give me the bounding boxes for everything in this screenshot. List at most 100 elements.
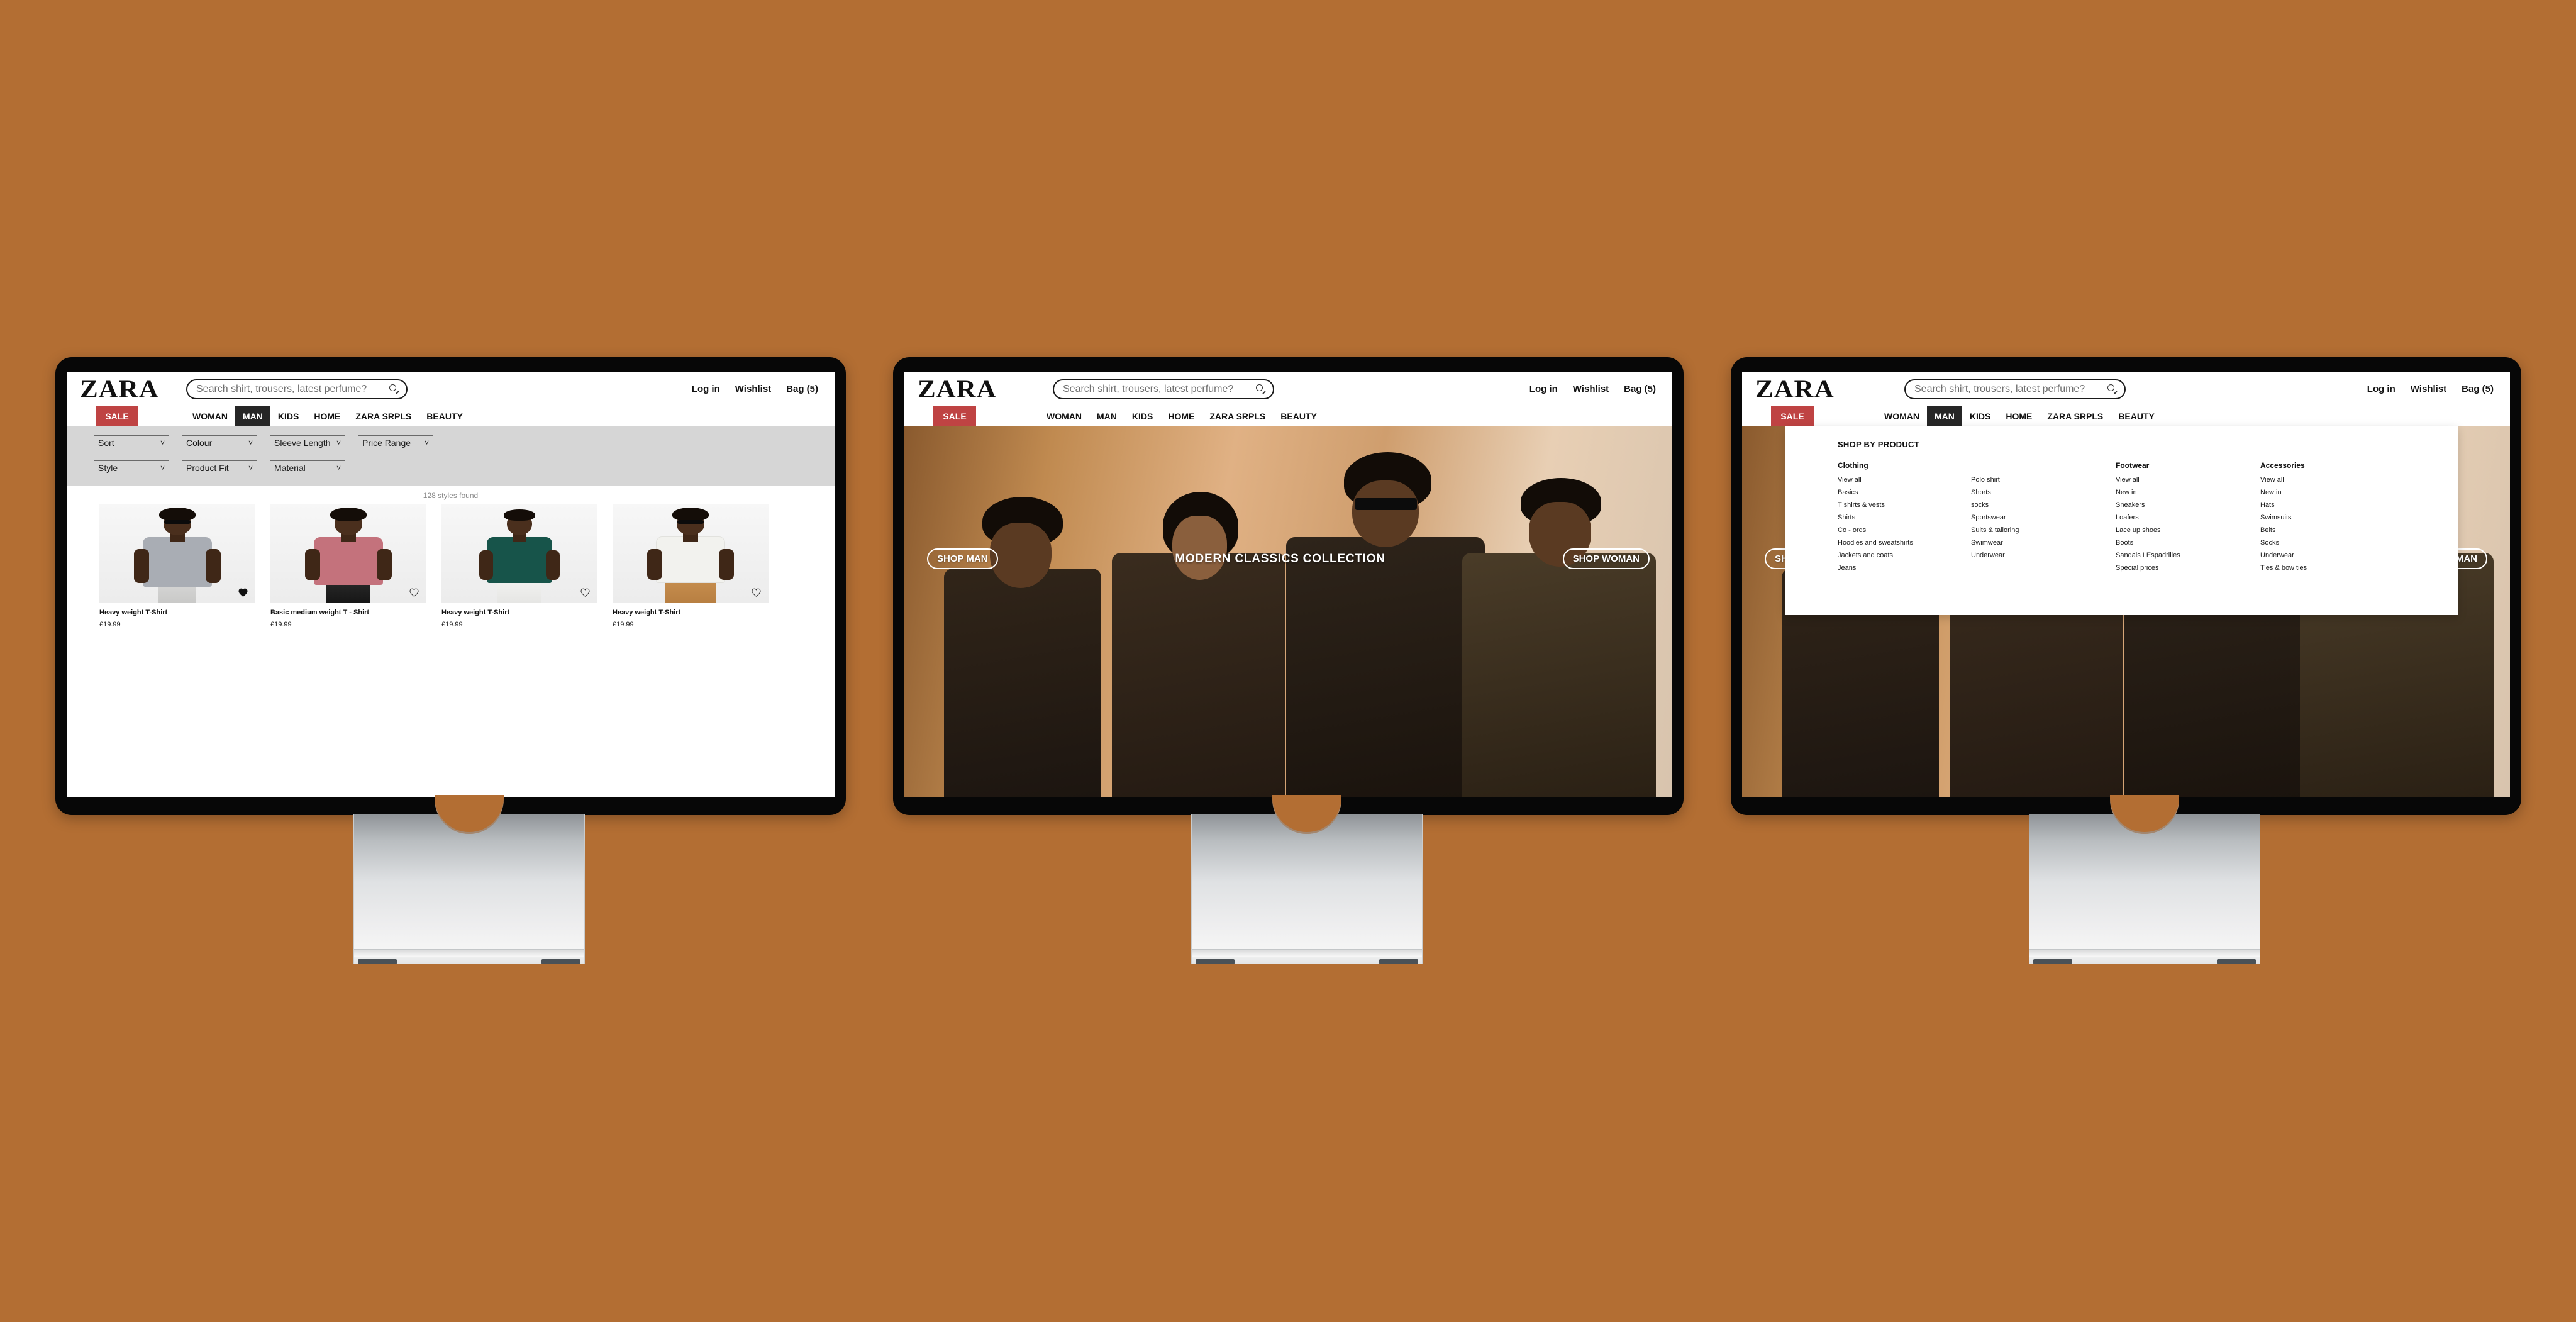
- mega-menu-item[interactable]: Swimsuits: [2260, 514, 2399, 521]
- product-name[interactable]: Heavy weight T-Shirt: [441, 609, 597, 616]
- search-input-1[interactable]: Search shirt, trousers, latest perfume?: [186, 379, 408, 399]
- filter-sleeve-length[interactable]: Sleeve Length ˅: [270, 435, 345, 450]
- sale-badge-1[interactable]: SALE: [96, 406, 138, 426]
- bag-link-2[interactable]: Bag (5): [1624, 384, 1656, 394]
- mega-menu-item[interactable]: Jeans: [1838, 564, 1971, 572]
- nav-item-home-1[interactable]: HOME: [306, 406, 348, 426]
- filter-style[interactable]: Style ˅: [94, 460, 169, 475]
- mega-menu-item[interactable]: socks: [1971, 501, 2116, 509]
- nav-item-home-2[interactable]: HOME: [1160, 406, 1202, 426]
- search-icon[interactable]: [2107, 384, 2118, 394]
- login-link-2[interactable]: Log in: [1530, 384, 1558, 394]
- nav-item-woman-1[interactable]: WOMAN: [185, 406, 235, 426]
- sale-badge-2[interactable]: SALE: [933, 406, 976, 426]
- chevron-down-icon: ˅: [160, 438, 165, 447]
- nav-item-beauty-2[interactable]: BEAUTY: [1273, 406, 1324, 426]
- nav-item-beauty-3[interactable]: BEAUTY: [2111, 406, 2162, 426]
- bag-link-3[interactable]: Bag (5): [2462, 384, 2494, 394]
- mega-menu-item[interactable]: Loafers: [2116, 514, 2260, 521]
- mega-menu-item[interactable]: Jackets and coats: [1838, 552, 1971, 559]
- login-link-1[interactable]: Log in: [692, 384, 720, 394]
- filter-price-range[interactable]: Price Range ˅: [358, 435, 433, 450]
- zara-logo-1[interactable]: ZARA: [80, 376, 167, 401]
- mega-menu-item[interactable]: Socks: [2260, 539, 2399, 547]
- wishlist-link-1[interactable]: Wishlist: [735, 384, 771, 394]
- search-input-2[interactable]: Search shirt, trousers, latest perfume?: [1053, 379, 1274, 399]
- mega-menu-item[interactable]: View all: [2116, 476, 2260, 484]
- filter-product-fit[interactable]: Product Fit ˅: [182, 460, 257, 475]
- filter-colour[interactable]: Colour ˅: [182, 435, 257, 450]
- nav-item-kids-3[interactable]: KIDS: [1962, 406, 1998, 426]
- wishlist-heart-icon[interactable]: [752, 588, 761, 597]
- nav-item-kids-1[interactable]: KIDS: [270, 406, 306, 426]
- mega-menu-item[interactable]: Sneakers: [2116, 501, 2260, 509]
- search-icon[interactable]: [389, 384, 399, 394]
- filter-material[interactable]: Material ˅: [270, 460, 345, 475]
- wishlist-link-3[interactable]: Wishlist: [2411, 384, 2446, 394]
- login-link-3[interactable]: Log in: [2367, 384, 2396, 394]
- search-icon[interactable]: [1256, 384, 1266, 394]
- product-name[interactable]: Heavy weight T-Shirt: [99, 609, 255, 616]
- product-name[interactable]: Heavy weight T-Shirt: [613, 609, 769, 616]
- nav-item-man-3[interactable]: MAN: [1927, 406, 1962, 426]
- product-card[interactable]: Heavy weight T-Shirt £19.99: [99, 504, 255, 628]
- main-nav-3: SALE WOMAN MAN KIDS HOME ZARA SRPLS BEAU…: [1742, 406, 2510, 426]
- bag-link-1[interactable]: Bag (5): [786, 384, 818, 394]
- mega-menu-man[interactable]: SHOP BY PRODUCT Clothing View all Basics…: [1785, 426, 2458, 615]
- sale-badge-3[interactable]: SALE: [1771, 406, 1814, 426]
- nav-item-man-2[interactable]: MAN: [1089, 406, 1124, 426]
- mega-menu-item[interactable]: View all: [2260, 476, 2399, 484]
- mega-menu-item[interactable]: T shirts & vests: [1838, 501, 1971, 509]
- search-input-3[interactable]: Search shirt, trousers, latest perfume?: [1904, 379, 2126, 399]
- nav-item-woman-3[interactable]: WOMAN: [1877, 406, 1927, 426]
- mega-menu-item[interactable]: Ties & bow ties: [2260, 564, 2399, 572]
- mega-menu-item[interactable]: Polo shirt: [1971, 476, 2116, 484]
- product-image[interactable]: [270, 504, 426, 603]
- mega-menu-item[interactable]: New in: [2116, 489, 2260, 496]
- mega-menu-item[interactable]: Hoodies and sweatshirts: [1838, 539, 1971, 547]
- nav-item-kids-2[interactable]: KIDS: [1124, 406, 1160, 426]
- product-image[interactable]: [99, 504, 255, 603]
- mega-menu-item[interactable]: Suits & tailoring: [1971, 526, 2116, 534]
- filter-sort[interactable]: Sort ˅: [94, 435, 169, 450]
- nav-item-zara-srpls-3[interactable]: ZARA SRPLS: [2040, 406, 2111, 426]
- nav-item-beauty-1[interactable]: BEAUTY: [419, 406, 470, 426]
- nav-item-man-1[interactable]: MAN: [235, 406, 270, 426]
- product-image[interactable]: [441, 504, 597, 603]
- mega-menu-item[interactable]: Co - ords: [1838, 526, 1971, 534]
- nav-item-zara-srpls-2[interactable]: ZARA SRPLS: [1202, 406, 1273, 426]
- zara-logo-3[interactable]: ZARA: [1755, 376, 1842, 401]
- mega-menu-item[interactable]: Underwear: [2260, 552, 2399, 559]
- hero-banner-2[interactable]: SHOP MAN MODERN CLASSICS COLLECTION SHOP…: [904, 426, 1672, 797]
- nav-item-woman-2[interactable]: WOMAN: [1039, 406, 1089, 426]
- mega-menu-item[interactable]: Belts: [2260, 526, 2399, 534]
- mega-menu-item[interactable]: Special prices: [2116, 564, 2260, 572]
- filter-row-2: Style ˅ Product Fit ˅ Material ˅: [67, 450, 835, 475]
- mega-menu-item[interactable]: Swimwear: [1971, 539, 2116, 547]
- product-card[interactable]: Heavy weight T-Shirt £19.99: [613, 504, 769, 628]
- nav-item-home-3[interactable]: HOME: [1998, 406, 2040, 426]
- wishlist-heart-icon[interactable]: [238, 588, 248, 597]
- mega-menu-item[interactable]: Lace up shoes: [2116, 526, 2260, 534]
- mega-menu-item[interactable]: Underwear: [1971, 552, 2116, 559]
- mega-menu-item[interactable]: Shorts: [1971, 489, 2116, 496]
- shop-woman-button-2[interactable]: SHOP WOMAN: [1562, 548, 1650, 569]
- mega-menu-item[interactable]: Shirts: [1838, 514, 1971, 521]
- product-card[interactable]: Basic medium weight T - Shirt £19.99: [270, 504, 426, 628]
- mega-menu-item[interactable]: Hats: [2260, 501, 2399, 509]
- mega-menu-item[interactable]: Basics: [1838, 489, 1971, 496]
- product-name[interactable]: Basic medium weight T - Shirt: [270, 609, 426, 616]
- mega-menu-item[interactable]: View all: [1838, 476, 1971, 484]
- wishlist-heart-icon[interactable]: [409, 588, 419, 597]
- mega-menu-item[interactable]: Sportswear: [1971, 514, 2116, 521]
- product-card[interactable]: Heavy weight T-Shirt £19.99: [441, 504, 597, 628]
- wishlist-link-2[interactable]: Wishlist: [1573, 384, 1609, 394]
- zara-logo-2[interactable]: ZARA: [918, 376, 1004, 401]
- wishlist-heart-icon[interactable]: [580, 588, 590, 597]
- mega-menu-item[interactable]: New in: [2260, 489, 2399, 496]
- mega-menu-item[interactable]: Sandals I Espadrilles: [2116, 552, 2260, 559]
- product-image[interactable]: [613, 504, 769, 603]
- mega-menu-item[interactable]: Boots: [2116, 539, 2260, 547]
- shop-man-button-2[interactable]: SHOP MAN: [927, 548, 998, 569]
- nav-item-zara-srpls-1[interactable]: ZARA SRPLS: [348, 406, 419, 426]
